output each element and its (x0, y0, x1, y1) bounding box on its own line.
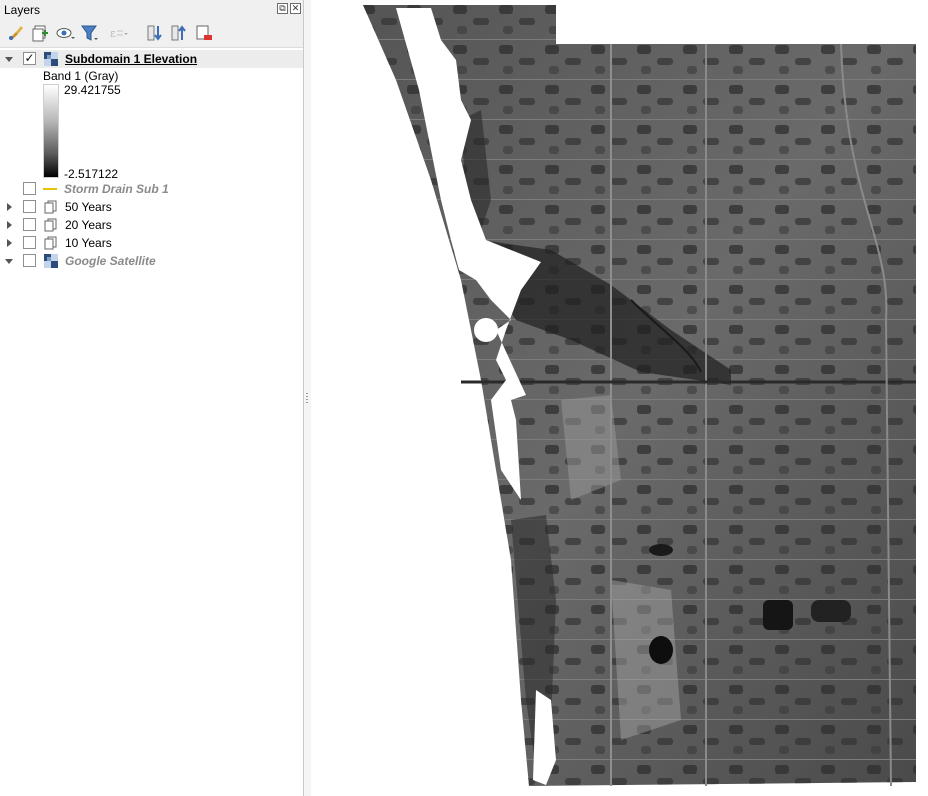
grayscale-ramp (43, 84, 59, 178)
layer-group-icon (44, 218, 58, 232)
remove-layer-icon[interactable] (194, 23, 214, 43)
layer-label: Subdomain 1 Elevation (65, 52, 198, 66)
line-symbol-icon (43, 188, 57, 190)
layers-panel-titlebar: Layers ⧉ ✕ (0, 0, 303, 19)
layer-visibility-checkbox[interactable]: ✓ (23, 52, 36, 65)
splitter-grip-icon[interactable] (306, 393, 308, 405)
filter-by-expression-icon[interactable]: ε (108, 23, 128, 43)
layers-panel: Layers ⧉ ✕ ε ✓ Subdomain 1 Elevation Ban… (0, 0, 304, 796)
layer-label: 10 Years (65, 236, 112, 250)
layer-label: 50 Years (65, 200, 112, 214)
layer-row-storm-drain-sub-1[interactable]: Storm Drain Sub 1 (0, 180, 303, 198)
expand-arrow-icon[interactable] (7, 221, 12, 229)
layer-label: Storm Drain Sub 1 (64, 182, 169, 196)
layer-label: Google Satellite (65, 254, 156, 268)
layer-row-subdomain-1-elevation[interactable]: ✓ Subdomain 1 Elevation (0, 50, 303, 68)
layer-group-icon (44, 236, 58, 250)
band-label: Band 1 (Gray) (43, 69, 119, 83)
collapse-all-icon[interactable] (169, 23, 189, 43)
layer-visibility-checkbox[interactable] (23, 218, 36, 231)
add-group-icon[interactable] (30, 23, 50, 43)
layer-row-20-years[interactable]: 20 Years (0, 216, 303, 234)
layer-visibility-checkbox[interactable] (23, 254, 36, 267)
ramp-max-value: 29.421755 (64, 83, 121, 97)
layers-toolbar: ε (0, 19, 303, 48)
manage-visibility-icon[interactable] (55, 23, 75, 43)
expand-arrow-icon[interactable] (7, 239, 12, 247)
layer-label: 20 Years (65, 218, 112, 232)
float-panel-button[interactable]: ⧉ (277, 3, 288, 14)
expand-arrow-icon[interactable] (7, 203, 12, 211)
panel-title: Layers (4, 3, 41, 17)
ramp-min-value: -2.517122 (64, 167, 119, 181)
layer-visibility-checkbox[interactable] (23, 236, 36, 249)
svg-text:ε: ε (110, 27, 116, 40)
collapse-arrow-icon[interactable] (5, 57, 13, 62)
elevation-raster[interactable] (311, 0, 928, 796)
layer-row-50-years[interactable]: 50 Years (0, 198, 303, 216)
layer-visibility-checkbox[interactable] (23, 200, 36, 213)
layer-row-10-years[interactable]: 10 Years (0, 234, 303, 252)
close-panel-button[interactable]: ✕ (290, 3, 301, 14)
filter-legend-icon[interactable] (80, 23, 100, 43)
collapse-arrow-icon[interactable] (5, 259, 13, 264)
layer-visibility-checkbox[interactable] (23, 182, 36, 195)
raster-icon (44, 52, 58, 66)
layer-row-google-satellite[interactable]: Google Satellite (0, 252, 303, 270)
map-canvas[interactable] (311, 0, 928, 796)
expand-all-icon[interactable] (145, 23, 165, 43)
layer-group-icon (44, 200, 58, 214)
style-manager-icon[interactable] (6, 23, 26, 43)
raster-icon (44, 254, 58, 268)
